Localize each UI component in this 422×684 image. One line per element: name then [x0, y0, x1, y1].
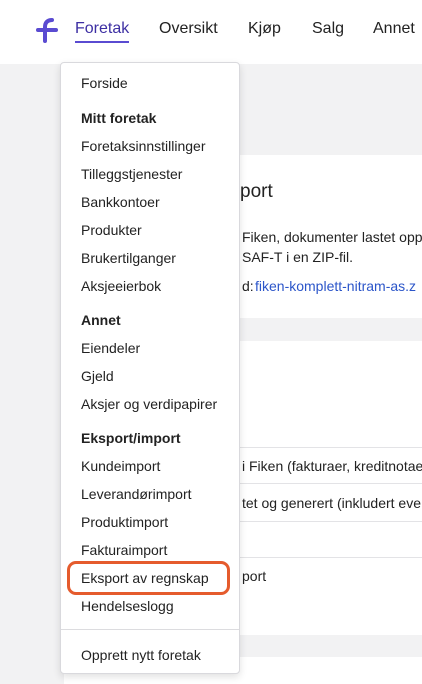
export-card-heading: port	[240, 181, 273, 202]
nav-item-salg[interactable]: Salg	[312, 20, 344, 38]
menu-item-hendelseslogg[interactable]: Hendelseslogg	[81, 598, 174, 614]
export-card-file-label: d:	[242, 278, 254, 294]
nav-item-oversikt[interactable]: Oversikt	[159, 20, 218, 38]
menu-item-opprett-nytt-foretak[interactable]: Opprett nytt foretak	[81, 647, 201, 663]
highlight-annotation	[67, 561, 230, 595]
top-navigation-bar: Foretak Oversikt Kjøp Salg Annet	[0, 0, 422, 64]
export-option-row[interactable]: port	[242, 568, 266, 584]
menu-item-kundeimport[interactable]: Kundeimport	[81, 458, 160, 474]
menu-item-foretaksinnstillinger[interactable]: Foretaksinnstillinger	[81, 138, 206, 154]
nav-item-annet[interactable]: Annet	[373, 20, 415, 38]
menu-item-produktimport[interactable]: Produktimport	[81, 514, 168, 530]
menu-item-leverandorimport[interactable]: Leverandørimport	[81, 486, 192, 502]
menu-item-aksjeeierbok[interactable]: Aksjeeierbok	[81, 278, 161, 294]
menu-item-forside[interactable]: Forside	[81, 75, 128, 91]
export-file-link[interactable]: fiken-komplett-nitram-as.z	[255, 278, 416, 294]
nav-item-foretak[interactable]: Foretak	[75, 20, 130, 43]
export-card-description-line2: SAF-T i en ZIP-fil.	[242, 249, 353, 265]
menu-heading-mitt-foretak: Mitt foretak	[81, 110, 157, 126]
menu-item-bankkontoer[interactable]: Bankkontoer	[81, 194, 160, 210]
menu-item-brukertilganger[interactable]: Brukertilganger	[81, 250, 176, 266]
menu-item-fakturaimport[interactable]: Fakturaimport	[81, 542, 167, 558]
export-option-row[interactable]: i Fiken (fakturaer, kreditnotae	[242, 458, 422, 474]
export-option-row[interactable]: tet og generert (inkludert eve	[242, 495, 421, 511]
export-card-description-line1: Fiken, dokumenter lastet opp	[242, 229, 422, 245]
nav-item-kjop[interactable]: Kjøp	[248, 20, 281, 38]
menu-item-produkter[interactable]: Produkter	[81, 222, 142, 238]
menu-heading-eksport-import: Eksport/import	[81, 430, 181, 446]
menu-item-aksjer-og-verdipapirer[interactable]: Aksjer og verdipapirer	[81, 396, 217, 412]
menu-item-tilleggstjenester[interactable]: Tilleggstjenester	[81, 166, 182, 182]
menu-divider	[61, 629, 239, 630]
menu-item-eiendeler[interactable]: Eiendeler	[81, 340, 140, 356]
menu-item-gjeld[interactable]: Gjeld	[81, 368, 114, 384]
menu-heading-annet: Annet	[81, 312, 121, 328]
fiken-logo-icon[interactable]	[36, 17, 60, 43]
